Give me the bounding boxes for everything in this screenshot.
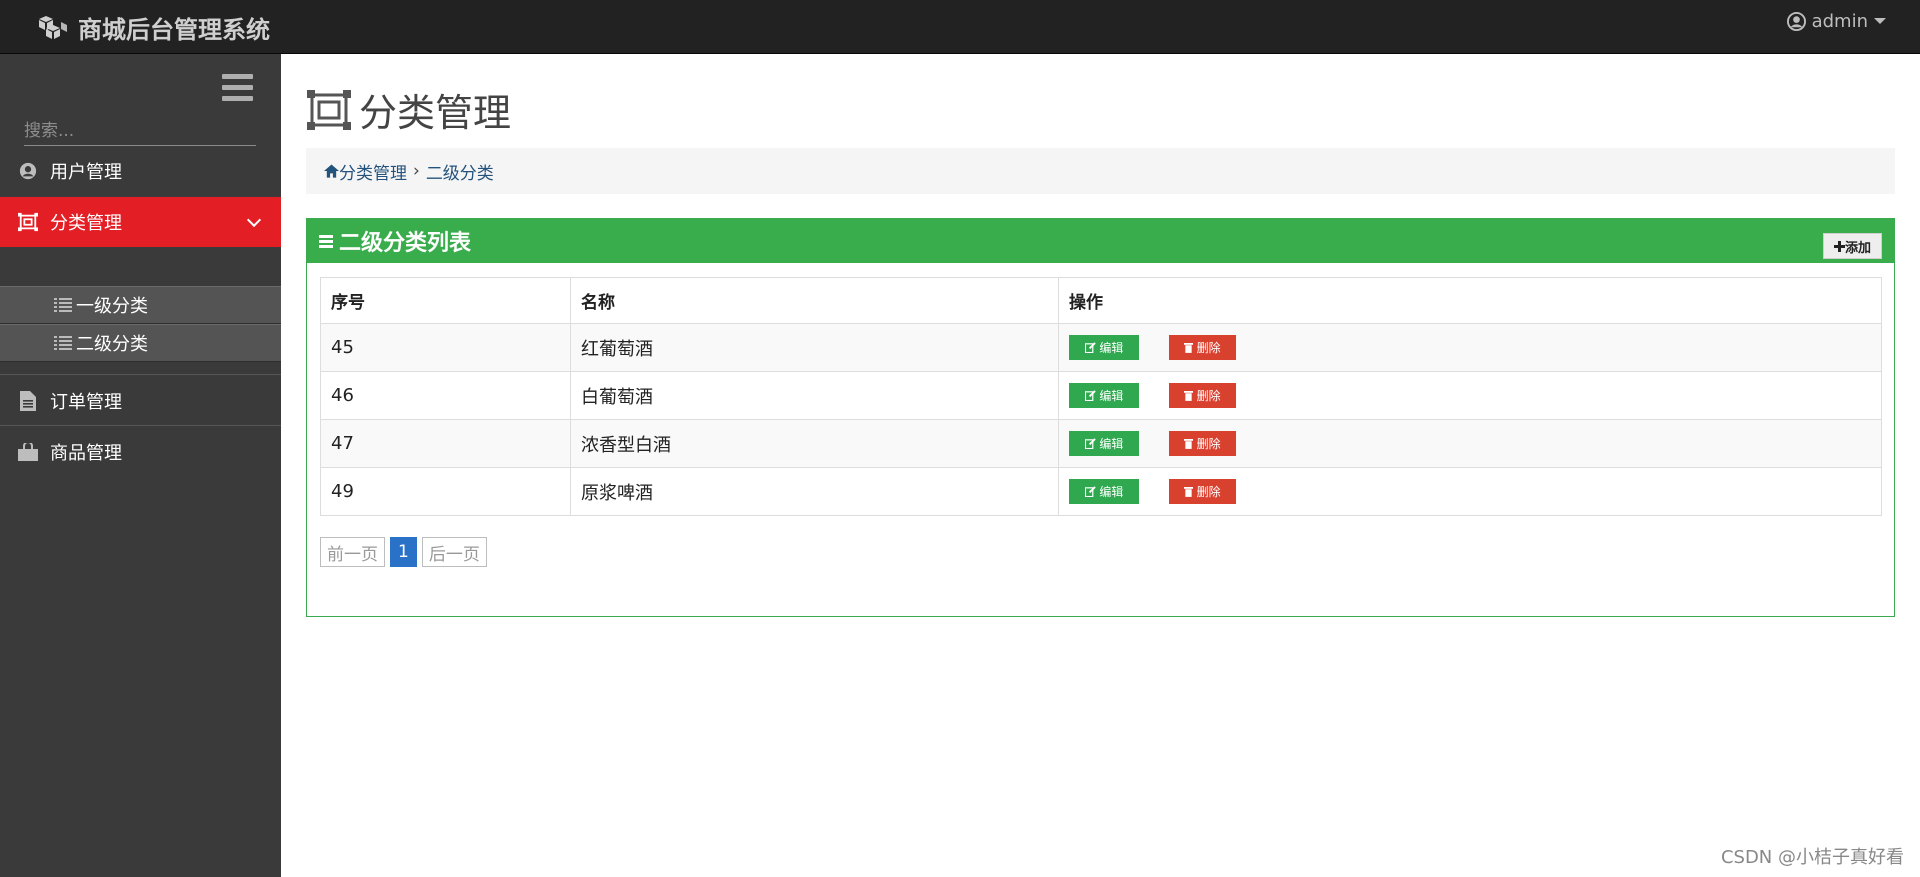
- sidebar-item-orders[interactable]: 订单管理: [0, 376, 281, 426]
- cell-id: 45: [320, 323, 571, 372]
- edit-button-label: 编辑: [1099, 485, 1124, 499]
- sidebar-item-label: 订单管理: [50, 392, 122, 413]
- cell-actions: 编辑 删除: [1058, 419, 1882, 468]
- divider: [0, 425, 281, 426]
- home-icon: [324, 164, 339, 178]
- edit-button-label: 编辑: [1099, 389, 1124, 403]
- edit-button-label: 编辑: [1099, 437, 1124, 451]
- file-icon: [18, 391, 38, 411]
- add-button[interactable]: 添加: [1822, 233, 1882, 259]
- top-navbar: 商城后台管理系统 admin: [0, 0, 1920, 54]
- watermark: CSDN @小桔子真好看: [1720, 847, 1904, 868]
- breadcrumb: 分类管理 › 二级分类: [306, 148, 1895, 194]
- bars-icon: [319, 233, 333, 250]
- current-page-button[interactable]: 1: [390, 537, 417, 567]
- breadcrumb-home[interactable]: 分类管理: [339, 159, 407, 184]
- delete-button-label: 删除: [1196, 341, 1221, 355]
- cell-id: 47: [320, 419, 571, 468]
- breadcrumb-current[interactable]: 二级分类: [426, 159, 494, 184]
- cell-name: 红葡萄酒: [570, 323, 1059, 372]
- edit-icon: [1084, 486, 1096, 497]
- cell-name: 浓香型白酒: [570, 419, 1059, 468]
- sidebar-item-label: 分类管理: [50, 213, 122, 234]
- shopping-bag-icon: [18, 442, 38, 462]
- breadcrumb-separator: ›: [413, 161, 420, 181]
- delete-button[interactable]: 删除: [1168, 431, 1236, 456]
- sidebar-subitem-label: 一级分类: [76, 296, 148, 317]
- next-page-button[interactable]: 后一页: [421, 537, 487, 567]
- chevron-down-icon: [246, 212, 262, 228]
- panel-title: 二级分类列表: [339, 231, 472, 256]
- list-icon: [54, 298, 72, 312]
- crop-icon: [18, 212, 38, 232]
- table-row: 49 原浆啤酒 编辑 删除: [320, 467, 1882, 516]
- main-content: 分类管理 分类管理 › 二级分类 二级分类列表 添加 序号 名称 操作 45 红…: [281, 54, 1920, 877]
- plus-icon: [1833, 240, 1845, 252]
- column-header: 序号: [320, 277, 571, 324]
- edit-icon: [1084, 438, 1096, 449]
- edit-icon: [1084, 390, 1096, 401]
- cell-name: 原浆啤酒: [570, 467, 1059, 516]
- prev-page-button[interactable]: 前一页: [320, 537, 385, 567]
- divider: [0, 374, 281, 375]
- table-row: 47 浓香型白酒 编辑 删除: [320, 419, 1882, 468]
- brand[interactable]: 商城后台管理系统: [36, 0, 270, 54]
- delete-button[interactable]: 删除: [1168, 335, 1236, 360]
- cell-name: 白葡萄酒: [570, 371, 1059, 420]
- delete-button[interactable]: 删除: [1168, 383, 1236, 408]
- brand-title: 商城后台管理系统: [78, 15, 270, 44]
- delete-button-label: 删除: [1196, 389, 1221, 403]
- column-header: 操作: [1058, 277, 1882, 324]
- edit-button[interactable]: 编辑: [1069, 431, 1139, 456]
- sidebar-subitem-level2[interactable]: 二级分类: [0, 324, 281, 362]
- trash-icon: [1183, 343, 1193, 353]
- edit-button[interactable]: 编辑: [1069, 335, 1139, 360]
- sidebar-item-category[interactable]: 分类管理: [0, 197, 281, 247]
- edit-button[interactable]: 编辑: [1069, 479, 1139, 504]
- table-row: 46 白葡萄酒 编辑 删除: [320, 371, 1882, 420]
- menu-toggle-icon[interactable]: [222, 74, 253, 101]
- page-title-text: 分类管理: [359, 91, 512, 135]
- caret-down-icon: [1874, 18, 1886, 24]
- pagination: 前一页 1 后一页: [320, 537, 487, 567]
- user-circle-icon: [18, 161, 38, 181]
- column-header: 名称: [570, 277, 1059, 324]
- sidebar-item-products[interactable]: 商品管理: [0, 427, 281, 477]
- edit-button[interactable]: 编辑: [1069, 383, 1139, 408]
- cubes-icon: [39, 16, 67, 39]
- trash-icon: [1183, 487, 1193, 497]
- table-header-row: 序号 名称 操作: [320, 277, 1882, 324]
- page-title: 分类管理: [307, 82, 511, 137]
- delete-button-label: 删除: [1196, 485, 1221, 499]
- category-panel: 二级分类列表 添加 序号 名称 操作 45 红葡萄酒 编辑 删除 46 白葡萄酒…: [306, 218, 1895, 617]
- cell-actions: 编辑 删除: [1058, 323, 1882, 372]
- edit-button-label: 编辑: [1099, 341, 1124, 355]
- category-table: 序号 名称 操作 45 红葡萄酒 编辑 删除 46 白葡萄酒 编辑 删除 47 …: [320, 277, 1882, 516]
- sidebar-subitem-label: 二级分类: [76, 334, 148, 355]
- sidebar-item-users[interactable]: 用户管理: [0, 146, 281, 196]
- delete-button[interactable]: 删除: [1168, 479, 1236, 504]
- sidebar-item-label: 用户管理: [50, 162, 122, 183]
- sidebar-item-label: 商品管理: [50, 443, 122, 464]
- username: admin: [1811, 10, 1868, 32]
- crop-icon: [307, 89, 351, 130]
- cell-actions: 编辑 删除: [1058, 371, 1882, 420]
- delete-button-label: 删除: [1196, 437, 1221, 451]
- add-button-label: 添加: [1844, 240, 1871, 256]
- user-circle-icon: [1786, 11, 1806, 31]
- cell-id: 46: [320, 371, 571, 420]
- panel-header: 二级分类列表 添加: [307, 219, 1894, 263]
- cell-id: 49: [320, 467, 571, 516]
- user-menu[interactable]: admin: [1786, 0, 1886, 42]
- list-icon: [54, 336, 72, 350]
- edit-icon: [1084, 342, 1096, 353]
- sidebar-subitem-level1[interactable]: 一级分类: [0, 286, 281, 324]
- cell-actions: 编辑 删除: [1058, 467, 1882, 516]
- sidebar: 用户管理 分类管理 一级分类 二级分类 订单管理 商品管理: [0, 54, 281, 877]
- table-row: 45 红葡萄酒 编辑 删除: [320, 323, 1882, 372]
- search-input[interactable]: [24, 116, 256, 146]
- trash-icon: [1183, 391, 1193, 401]
- trash-icon: [1183, 439, 1193, 449]
